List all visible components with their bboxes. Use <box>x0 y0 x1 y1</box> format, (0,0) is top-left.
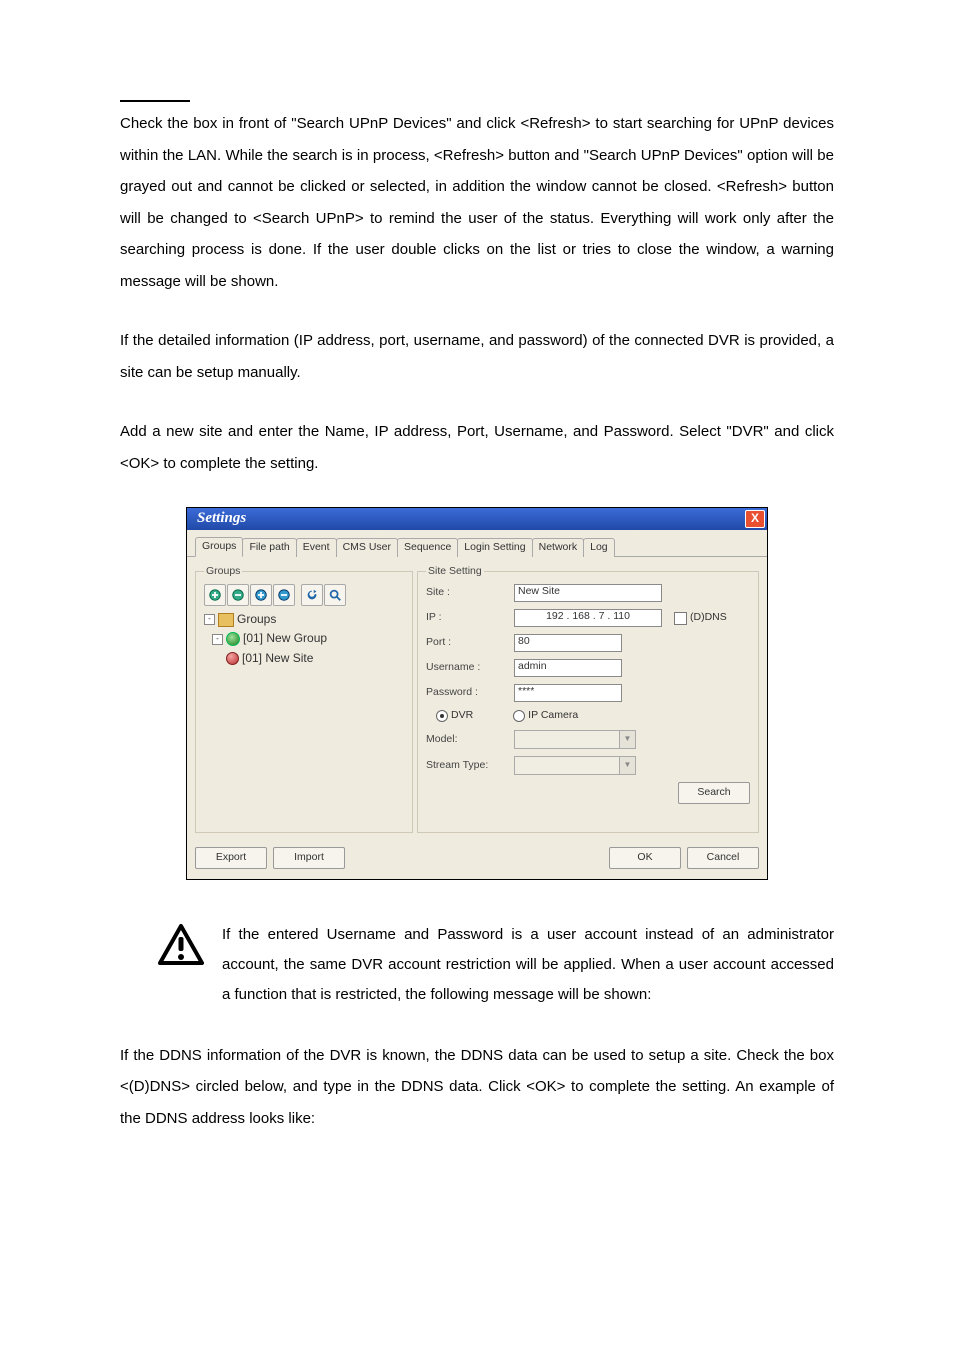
window-title: Settings <box>197 509 246 529</box>
tab-sequence[interactable]: Sequence <box>397 538 458 557</box>
globe-icon <box>226 632 240 646</box>
tree-site[interactable]: [01] New Site <box>204 649 404 668</box>
site-input[interactable]: New Site <box>514 584 662 602</box>
cancel-button[interactable]: Cancel <box>687 847 759 869</box>
ok-button[interactable]: OK <box>609 847 681 869</box>
username-input[interactable]: admin <box>514 659 622 677</box>
radio-ipcam-label: IP Camera <box>528 709 578 723</box>
add-site-icon[interactable] <box>250 584 272 606</box>
stream-type-select[interactable]: ▼ <box>514 756 636 775</box>
tree-group-label: [01] New Group <box>243 629 327 648</box>
site-setting-fieldset: Site Setting Site : New Site IP : 192 . … <box>417 565 759 833</box>
tree-site-label: [01] New Site <box>242 649 313 668</box>
tab-login-setting[interactable]: Login Setting <box>457 538 532 557</box>
search-button[interactable]: Search <box>678 782 750 804</box>
ddns-checkbox[interactable] <box>674 612 687 625</box>
titlebar: Settings X <box>187 508 767 530</box>
radio-dvr[interactable] <box>436 710 448 722</box>
label-stream-type: Stream Type: <box>426 759 514 773</box>
groups-tree: - Groups - [01] New Group [01] New Site <box>204 610 404 668</box>
label-model: Model: <box>426 733 514 747</box>
add-group-icon[interactable] <box>204 584 226 606</box>
remove-site-icon[interactable] <box>273 584 295 606</box>
note-text: If the entered Username and Password is … <box>222 920 834 1010</box>
close-icon[interactable]: X <box>745 510 765 528</box>
import-button[interactable]: Import <box>273 847 345 869</box>
site-setting-legend: Site Setting <box>426 565 484 579</box>
refresh-icon[interactable] <box>301 584 323 606</box>
bottom-button-row: Export Import OK Cancel <box>187 841 767 879</box>
expand-icon[interactable]: - <box>204 614 215 625</box>
settings-window: Settings X Groups File path Event CMS Us… <box>186 507 768 880</box>
tab-network[interactable]: Network <box>532 538 585 557</box>
tab-cms-user[interactable]: CMS User <box>336 538 398 557</box>
label-username: Username : <box>426 661 514 675</box>
groups-toolbar <box>204 584 404 606</box>
note-block: If the entered Username and Password is … <box>120 920 834 1010</box>
radio-ipcam[interactable] <box>513 710 525 722</box>
tree-group[interactable]: - [01] New Group <box>204 629 404 648</box>
export-button[interactable]: Export <box>195 847 267 869</box>
paragraph-1: Check the box in front of "Search UPnP D… <box>120 108 834 297</box>
label-password: Password : <box>426 686 514 700</box>
chevron-down-icon: ▼ <box>619 731 635 748</box>
password-input[interactable]: **** <box>514 684 622 702</box>
label-site: Site : <box>426 586 514 600</box>
tree-root[interactable]: - Groups <box>204 610 404 629</box>
paragraph-3: Add a new site and enter the Name, IP ad… <box>120 416 834 479</box>
tab-log[interactable]: Log <box>583 538 615 557</box>
model-select[interactable]: ▼ <box>514 730 636 749</box>
tree-root-label: Groups <box>237 610 276 629</box>
tab-event[interactable]: Event <box>296 538 337 557</box>
tab-groups[interactable]: Groups <box>195 537 243 557</box>
ddns-label: (D)DNS <box>690 611 727 625</box>
warning-icon <box>158 924 204 966</box>
groups-fieldset: Groups <box>195 565 413 833</box>
tab-strip: Groups File path Event CMS User Sequence… <box>187 530 767 557</box>
paragraph-2: If the detailed information (IP address,… <box>120 325 834 388</box>
search-device-icon[interactable] <box>324 584 346 606</box>
paragraph-4: If the DDNS information of the DVR is kn… <box>120 1040 834 1135</box>
folder-icon <box>218 613 234 627</box>
ip-input[interactable]: 192 . 168 . 7 . 110 <box>514 609 662 627</box>
label-port: Port : <box>426 636 514 650</box>
section-divider <box>120 100 190 102</box>
remove-group-icon[interactable] <box>227 584 249 606</box>
tab-file-path[interactable]: File path <box>242 538 296 557</box>
site-dot-icon <box>226 652 239 665</box>
label-ip: IP : <box>426 611 514 625</box>
chevron-down-icon: ▼ <box>619 757 635 774</box>
port-input[interactable]: 80 <box>514 634 622 652</box>
expand-icon[interactable]: - <box>212 634 223 645</box>
radio-dvr-label: DVR <box>451 709 473 723</box>
groups-legend: Groups <box>204 565 242 579</box>
